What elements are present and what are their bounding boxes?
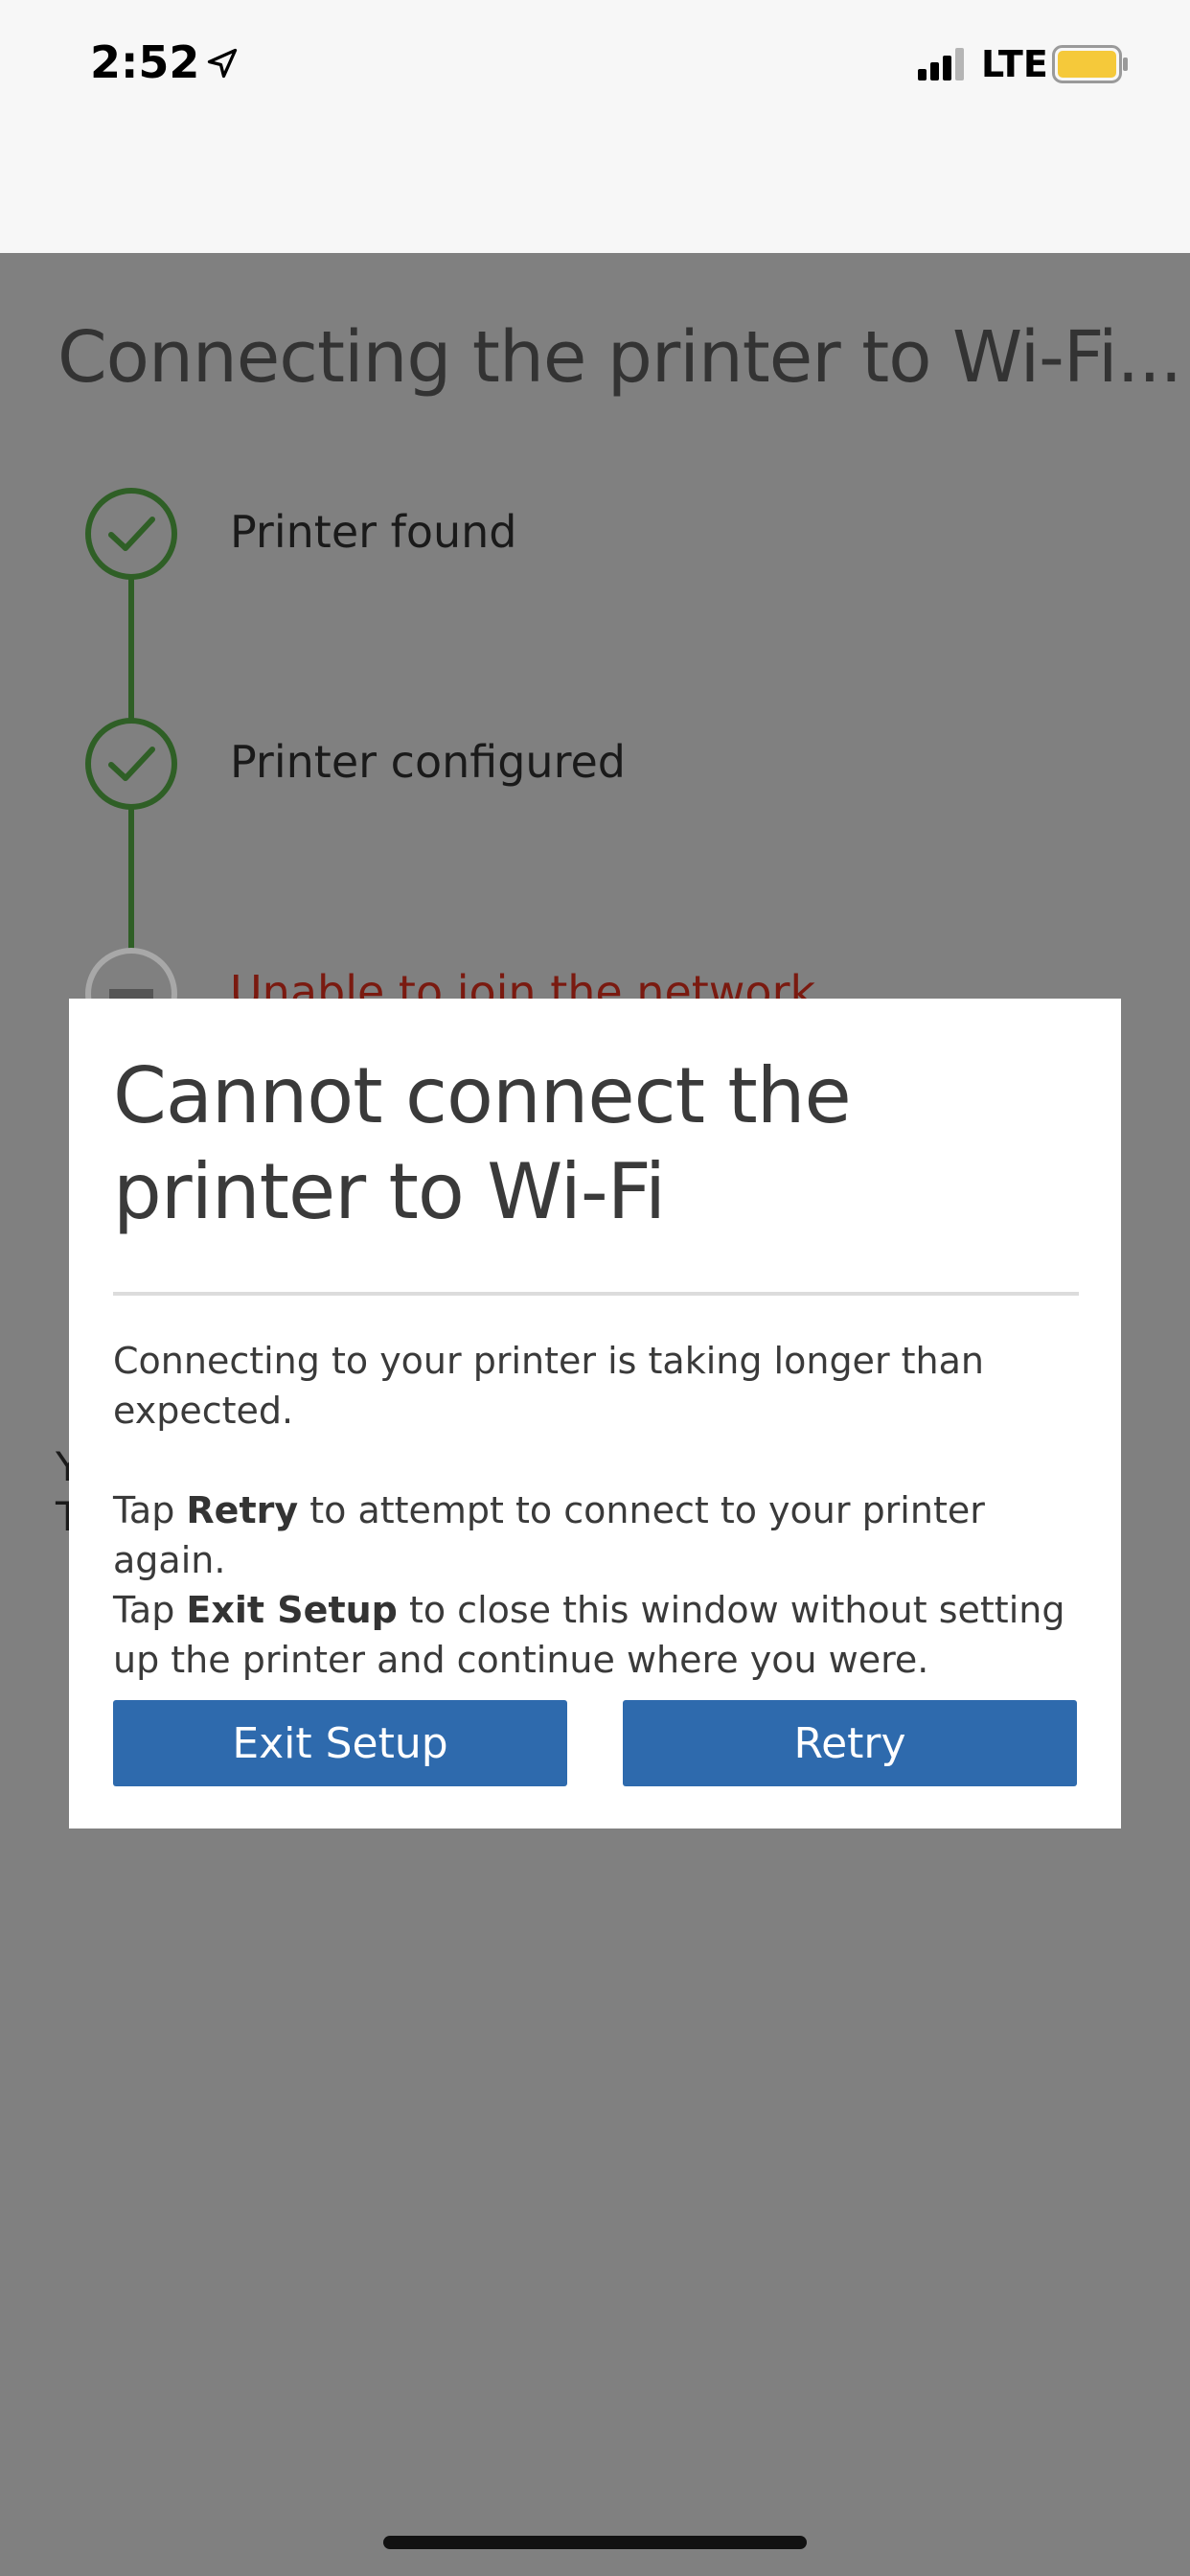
- status-bar: 2:52 LTE: [0, 0, 1190, 253]
- dialog-body: Connecting to your printer is taking lon…: [113, 1336, 1090, 1685]
- dialog-title: Cannot connect the printer to Wi-Fi: [113, 1051, 852, 1236]
- check-icon: [85, 488, 177, 580]
- step-label-printer-configured: Printer configured: [230, 736, 626, 788]
- battery-icon: [1052, 45, 1128, 83]
- cellular-signal-icon: [918, 48, 964, 80]
- page-title: Connecting the printer to Wi-Fi...: [57, 316, 1182, 399]
- dialog-message: Connecting to your printer is taking lon…: [113, 1340, 984, 1432]
- check-icon: [85, 718, 177, 810]
- step-connector: [128, 809, 134, 949]
- dialog-instructions: Tap Retry to attempt to connect to your …: [113, 1489, 1065, 1681]
- exit-setup-button[interactable]: Exit Setup: [113, 1700, 567, 1786]
- retry-emphasis: Retry: [186, 1489, 299, 1531]
- status-time: 2:52: [90, 36, 200, 88]
- error-dialog: Cannot connect the printer to Wi-Fi Conn…: [69, 999, 1121, 1828]
- location-arrow-icon: [207, 48, 238, 79]
- dialog-divider: [113, 1292, 1079, 1296]
- home-indicator[interactable]: [383, 2536, 807, 2549]
- network-type-label: LTE: [981, 43, 1048, 85]
- exit-setup-emphasis: Exit Setup: [186, 1589, 398, 1631]
- retry-button[interactable]: Retry: [623, 1700, 1077, 1786]
- step-label-printer-found: Printer found: [230, 506, 517, 558]
- step-connector: [128, 579, 134, 719]
